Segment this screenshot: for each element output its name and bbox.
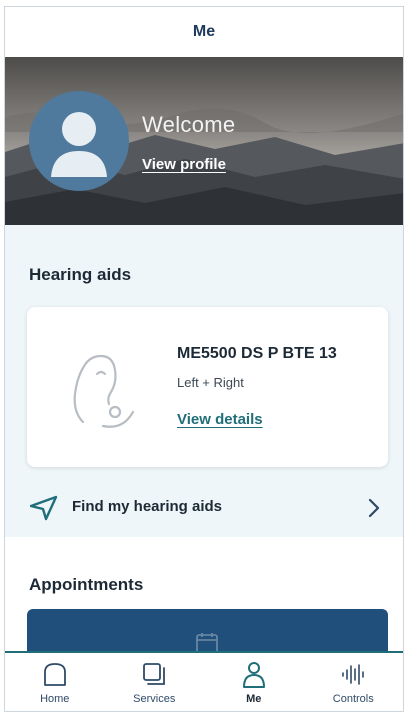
avatar[interactable] [29, 91, 129, 191]
tab-services-label: Services [133, 693, 176, 705]
device-side: Left + Right [177, 375, 244, 390]
device-model: ME5500 DS P BTE 13 [177, 345, 337, 362]
person-icon [242, 662, 265, 688]
profile-banner: Welcome View profile [5, 57, 403, 225]
tab-me-label: Me [246, 693, 262, 705]
hearing-aids-title: Hearing aids [29, 265, 132, 284]
chevron-right-icon [368, 498, 380, 518]
tab-controls[interactable]: Controls [304, 653, 404, 711]
appointments-title: Appointments [29, 575, 144, 594]
hearing-aid-card[interactable]: ME5500 DS P BTE 13 Left + Right View det… [27, 307, 388, 467]
top-bar: Me [5, 7, 403, 57]
hearing-aids-section: Hearing aids ME5500 DS P BTE 13 Left + R… [5, 225, 403, 537]
controls-icon [342, 664, 365, 685]
tab-services[interactable]: Services [105, 653, 205, 711]
app-frame: Me Welcome View profile Hearing aids ME5… [4, 6, 404, 712]
page-title: Me [192, 23, 216, 40]
find-hearing-aids-label: Find my hearing aids [72, 498, 223, 515]
tab-controls-label: Controls [332, 693, 374, 705]
home-icon [43, 663, 66, 686]
appointments-section: Appointments [5, 537, 403, 669]
find-hearing-aids-row[interactable]: Find my hearing aids [5, 483, 403, 533]
view-profile-link[interactable]: View profile [142, 156, 226, 173]
tab-me[interactable]: Me [204, 653, 304, 711]
person-icon [51, 112, 107, 177]
location-arrow-icon [29, 495, 58, 521]
tab-home[interactable]: Home [5, 653, 105, 711]
services-icon [143, 663, 166, 685]
hearing-aid-icon [73, 354, 135, 428]
welcome-text: Welcome [142, 112, 236, 137]
view-details-link[interactable]: View details [177, 411, 263, 428]
tab-home-label: Home [40, 693, 70, 705]
bottom-tab-bar: Home Services Me Controls [5, 651, 403, 711]
